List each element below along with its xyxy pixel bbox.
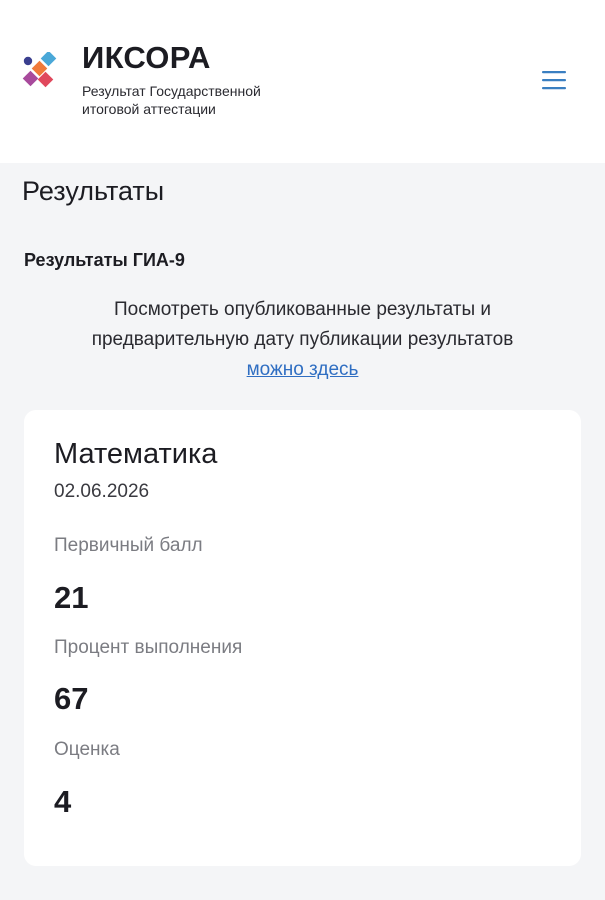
completion-percent-label: Процент выполнения bbox=[54, 637, 243, 658]
results-link[interactable]: можно здесь bbox=[247, 359, 359, 380]
subject-name: Математика bbox=[54, 438, 218, 470]
grade-label: Оценка bbox=[54, 739, 120, 760]
primary-score-label: Первичный балл bbox=[54, 535, 203, 556]
brand-name[interactable]: ИКСОРА bbox=[82, 40, 211, 76]
iksora-logo-icon[interactable] bbox=[22, 52, 62, 92]
page-title: Результаты bbox=[22, 176, 165, 206]
publication-info-text: Посмотреть опубликованные результаты и п… bbox=[91, 299, 514, 350]
brand-subtitle: Результат Государственной итоговой аттес… bbox=[82, 83, 261, 117]
primary-score-value: 21 bbox=[54, 580, 89, 615]
exam-date: 02.06.2026 bbox=[54, 481, 150, 502]
grade-value: 4 bbox=[54, 784, 72, 819]
publication-info: Посмотреть опубликованные результаты и п… bbox=[40, 295, 565, 385]
hamburger-menu-icon[interactable] bbox=[540, 68, 568, 92]
section-title: Результаты ГИА-9 bbox=[24, 250, 185, 270]
completion-percent-value: 67 bbox=[54, 681, 89, 716]
site-header: ИКСОРА Результат Государственной итогово… bbox=[0, 0, 605, 163]
result-card: Математика 02.06.2026 Первичный балл 21 … bbox=[24, 410, 581, 866]
